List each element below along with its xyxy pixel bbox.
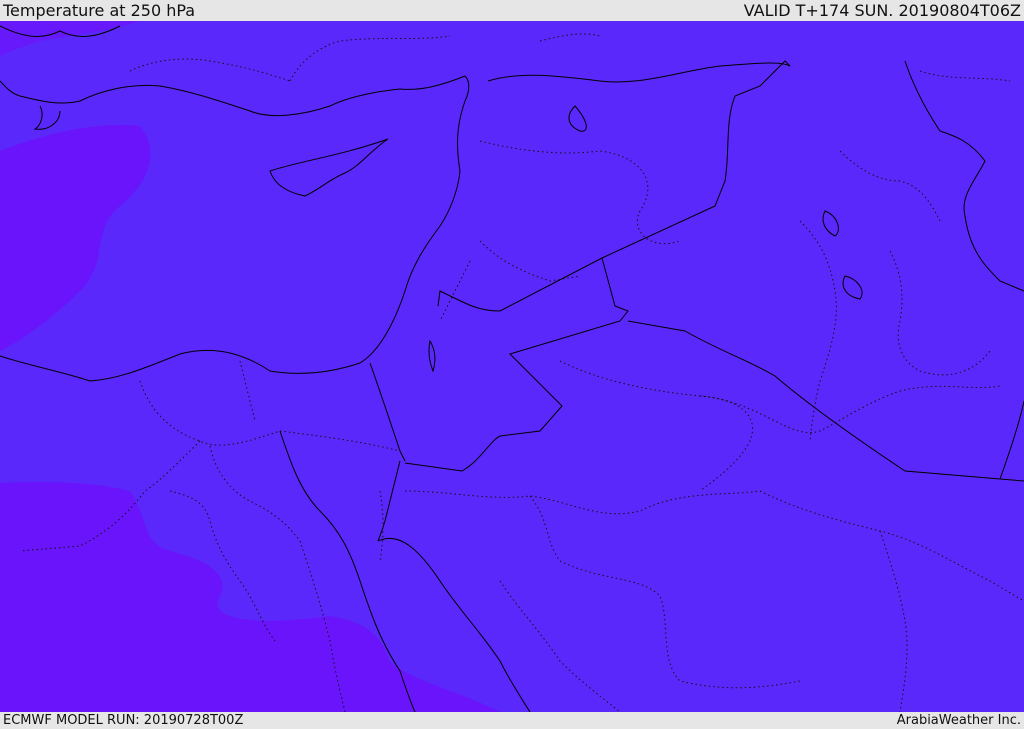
map-title: Temperature at 250 hPa (3, 1, 196, 20)
temperature-map[interactable] (0, 21, 1024, 712)
header-bar: Temperature at 250 hPa VALID T+174 SUN. … (0, 0, 1024, 21)
valid-time: VALID T+174 SUN. 20190804T06Z (743, 1, 1021, 20)
footer-bar: ECMWF MODEL RUN: 20190728T00Z ArabiaWeat… (0, 712, 1024, 729)
credit: ArabiaWeather Inc. (896, 713, 1021, 728)
model-run: ECMWF MODEL RUN: 20190728T00Z (3, 713, 244, 728)
